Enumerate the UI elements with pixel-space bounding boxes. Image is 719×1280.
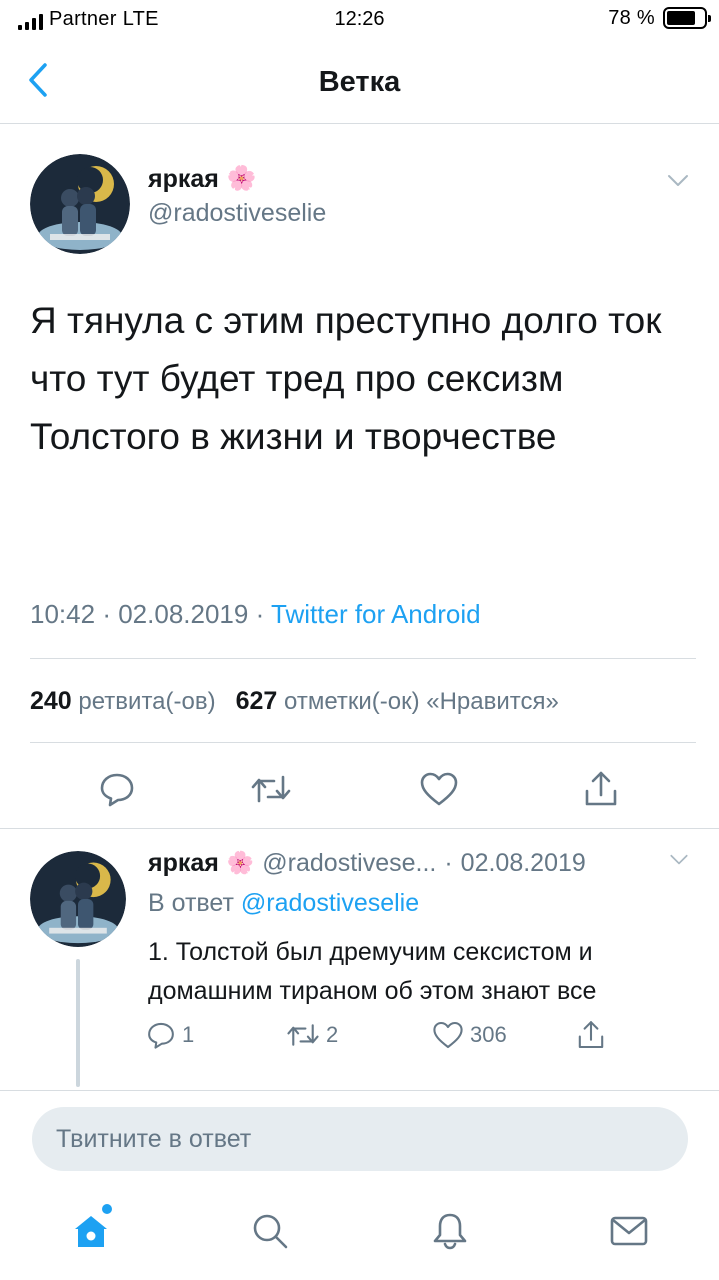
tweet-time: 10:42: [30, 599, 96, 629]
tweet-stats: 240 ретвита(-ов) 627 отметки(-ок) «Нрави…: [30, 686, 559, 717]
retweet-count: 2: [326, 1022, 339, 1047]
reply-reply-button[interactable]: 1: [146, 1015, 194, 1055]
flower-emoji: 🌸: [226, 165, 257, 192]
tab-notifications[interactable]: [425, 1206, 475, 1256]
battery-percent: 78 %: [608, 7, 655, 29]
tweet-menu-button[interactable]: [667, 174, 689, 193]
avatar-image-icon: [30, 851, 126, 947]
share-icon: [585, 771, 617, 806]
mail-icon: [610, 1216, 648, 1246]
reply-icon: [148, 1022, 174, 1049]
navigation-bar: Ветка: [0, 40, 719, 124]
reply-tweet[interactable]: яркая 🌸 @radostivese... · 02.08.2019 В о…: [0, 828, 719, 1090]
likes-label: отметки(-ок) «Нравится»: [284, 688, 559, 715]
divider: [30, 658, 696, 659]
reply-actions: 1 2 306: [140, 1015, 700, 1055]
reply-to-label: В ответ: [148, 889, 234, 917]
reply-to-line: В ответ @radostiveselie: [148, 887, 419, 919]
reply-composer-bar: Твитните в ответ: [0, 1090, 719, 1180]
share-button[interactable]: [576, 764, 626, 814]
tweet-date: 02.08.2019: [118, 599, 249, 629]
chevron-down-icon: [668, 175, 688, 186]
tab-messages[interactable]: [604, 1206, 654, 1256]
tab-search[interactable]: [245, 1206, 295, 1256]
reply-count: 1: [182, 1022, 195, 1047]
author-name: яркая 🌸: [148, 164, 326, 194]
tab-home[interactable]: [66, 1204, 116, 1256]
reply-menu-button[interactable]: [669, 853, 689, 871]
author-name-text: яркая: [148, 165, 219, 193]
share-icon: [578, 1021, 604, 1049]
tweet-actions: [0, 764, 719, 814]
thread-line: [76, 959, 80, 1087]
reply-author-name: яркая: [148, 849, 219, 877]
tweet-text: Я тянула с этим преступно долго ток что …: [30, 300, 662, 457]
avatar-image-icon: [30, 154, 130, 254]
reply-icon: [100, 773, 134, 807]
reply-author-handle: @radostivese...: [262, 849, 437, 877]
heart-icon: [433, 1021, 463, 1049]
status-bar: Partner LTE 12:26 78 %: [0, 0, 719, 40]
home-icon: [75, 1216, 107, 1247]
search-icon: [253, 1214, 288, 1249]
reply-date: 02.08.2019: [460, 849, 586, 877]
chevron-down-icon: [670, 854, 688, 865]
flower-emoji: 🌸: [226, 850, 255, 875]
reply-header: яркая 🌸 @radostivese... · 02.08.2019: [148, 847, 586, 879]
author-handle: @radostiveselie: [148, 199, 327, 227]
avatar[interactable]: [30, 154, 130, 254]
retweets-label: ретвита(-ов): [78, 688, 216, 715]
retweet-icon: [251, 775, 291, 803]
like-count: 306: [470, 1022, 507, 1047]
reply-like-button[interactable]: 306: [432, 1015, 507, 1055]
divider: [30, 742, 696, 743]
tweet-meta: 10:42 · 02.08.2019 · Twitter for Android: [30, 598, 481, 630]
avatar[interactable]: [30, 851, 126, 947]
like-button[interactable]: [414, 764, 464, 814]
notification-dot: [102, 1204, 112, 1214]
retweet-button[interactable]: [246, 764, 296, 814]
reply-input[interactable]: Твитните в ответ: [32, 1107, 688, 1171]
retweet-icon: [287, 1024, 319, 1046]
likes-stat[interactable]: 627 отметки(-ок) «Нравится»: [235, 687, 559, 715]
likes-count: 627: [235, 687, 278, 715]
bell-icon: [433, 1213, 467, 1250]
meta-separator: ·: [444, 849, 453, 877]
author-block[interactable]: яркая 🌸 @radostiveselie: [148, 164, 326, 228]
meta-separator: ·: [102, 599, 111, 629]
reply-text: 1. Толстой был дремучим сексистом и дома…: [148, 938, 597, 1005]
battery-icon: [663, 7, 711, 29]
battery-status: 78 %: [608, 7, 711, 29]
retweets-count: 240: [30, 687, 72, 715]
reply-share-button[interactable]: [576, 1015, 606, 1055]
page-title: Ветка: [318, 66, 401, 98]
tab-bar: [0, 1184, 719, 1280]
tweet-source-link[interactable]: Twitter for Android: [271, 599, 481, 629]
meta-separator: ·: [255, 599, 265, 629]
retweets-stat[interactable]: 240 ретвита(-ов): [30, 687, 216, 715]
heart-icon: [420, 772, 458, 806]
reply-button[interactable]: [92, 764, 142, 814]
reply-to-handle-link[interactable]: @radostiveselie: [241, 889, 419, 917]
reply-retweet-button[interactable]: 2: [286, 1015, 338, 1055]
